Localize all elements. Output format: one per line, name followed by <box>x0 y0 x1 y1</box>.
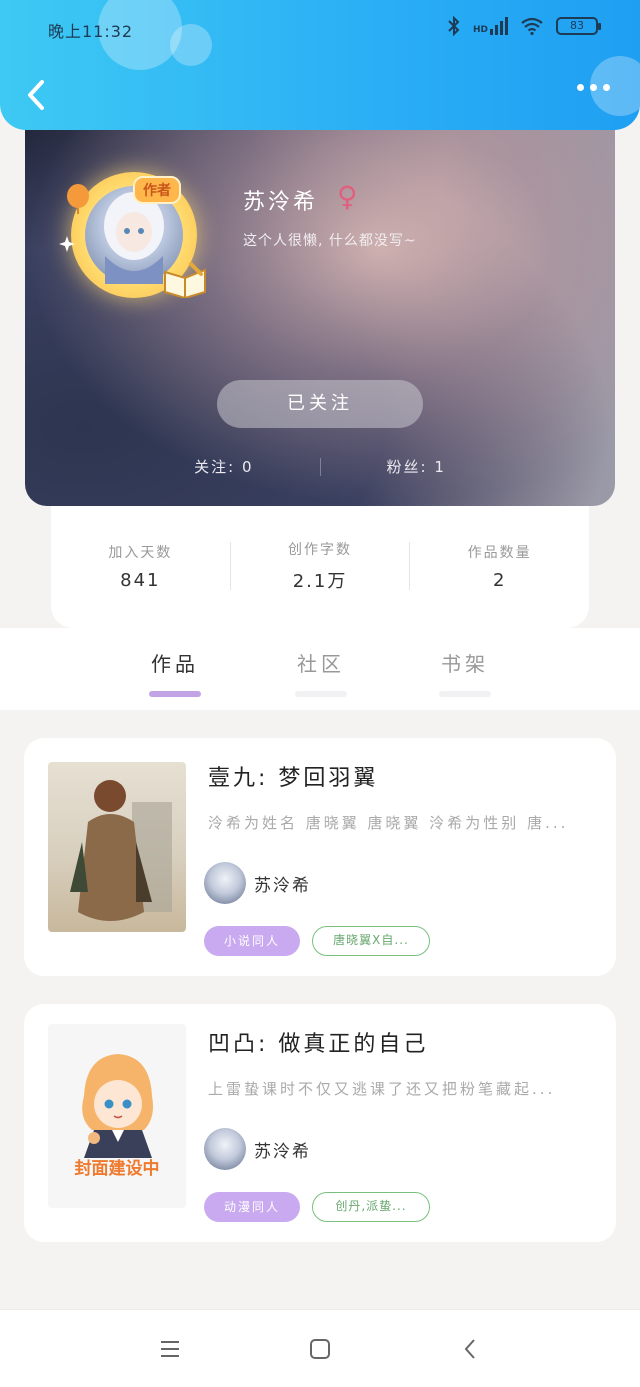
network-type: HD <box>472 25 488 35</box>
author-name: 苏泠希 <box>254 1141 311 1162</box>
work-author[interactable]: 苏泠希 <box>204 1128 311 1170</box>
status-icons: HD 83 <box>447 16 601 36</box>
stat-label: 创作字数 <box>288 542 352 558</box>
wifi-icon <box>521 17 543 35</box>
chevron-left-icon <box>28 80 44 110</box>
work-tags: 动漫同人 创丹,派蛰... <box>204 1192 430 1222</box>
following-stat[interactable]: 关注: 0 <box>194 456 253 477</box>
user-name: 苏泠希 <box>243 190 319 215</box>
author-name: 苏泠希 <box>254 875 311 896</box>
gender-female-icon: ♀ <box>337 180 358 213</box>
user-bio: 这个人很懒, 什么都没写~ <box>243 233 417 249</box>
system-nav-bar <box>0 1309 640 1387</box>
avatar <box>204 1128 246 1170</box>
bluetooth-icon <box>448 16 460 36</box>
status-time: 晚上11:32 <box>48 22 134 41</box>
stat-value: 2.1万 <box>292 571 348 592</box>
more-dot <box>603 84 610 91</box>
following-count: 0 <box>241 458 254 476</box>
tab-indicator <box>439 691 491 697</box>
work-title[interactable]: 壹九: 梦回羽翼 <box>208 760 378 792</box>
avatar <box>204 862 246 904</box>
work-description: 上雷蛰课时不仅又逃课了还又把粉笔藏起... <box>208 1080 556 1098</box>
sparkle-icon <box>59 236 75 252</box>
keyword-tag[interactable]: 创丹,派蛰... <box>312 1192 430 1222</box>
back-button[interactable] <box>22 78 52 112</box>
tab-indicator <box>295 691 347 697</box>
menu-button[interactable] <box>150 1329 190 1369</box>
menu-icon <box>161 1340 179 1357</box>
fans-label: 粉丝: <box>386 458 428 476</box>
more-button[interactable] <box>577 84 610 91</box>
cover-placeholder-text: 封面建设中 <box>74 1159 160 1179</box>
system-back-button[interactable] <box>450 1329 490 1369</box>
work-author[interactable]: 苏泠希 <box>204 862 311 904</box>
work-cover[interactable] <box>48 762 186 932</box>
author-badge: 作者 <box>133 176 181 204</box>
stat-value: 2 <box>492 569 507 591</box>
cover-art <box>70 780 172 921</box>
stat-label: 加入天数 <box>108 544 173 561</box>
keyword-tag[interactable]: 唐晓翼X自... <box>312 926 430 956</box>
follow-stats: 关注: 0 粉丝: 1 <box>25 456 615 477</box>
signal-icon: HD <box>473 17 508 35</box>
tab-works[interactable]: 作品 <box>140 648 210 697</box>
stat-works-count: 作品数量 2 <box>410 542 589 591</box>
author-avatar-frame[interactable]: 作者 <box>59 172 206 298</box>
tab-label: 书架 <box>441 652 489 676</box>
category-tag[interactable]: 动漫同人 <box>204 1192 300 1222</box>
fans-count: 1 <box>434 458 446 476</box>
stat-join-days: 加入天数 841 <box>51 542 230 591</box>
more-dot <box>590 84 597 91</box>
stat-word-count: 创作字数 2.1万 <box>231 539 410 593</box>
battery-icon: 83 <box>556 17 601 35</box>
tab-label: 作品 <box>151 652 199 676</box>
top-header: 晚上11:32 HD 83 <box>0 0 640 130</box>
book-icon <box>164 262 206 298</box>
profile-hero: 作者 苏泠希 ♀ 这个人很懒, 什么都没写~ 已关注 关注: 0 粉丝: 1 <box>25 110 615 506</box>
author-stats-card: 加入天数 841 创作字数 2.1万 作品数量 2 <box>51 496 589 628</box>
tab-indicator <box>149 691 201 697</box>
tab-label: 社区 <box>297 652 345 676</box>
following-label: 关注: <box>194 458 236 476</box>
battery-level: 83 <box>570 19 584 32</box>
category-tag[interactable]: 小说同人 <box>204 926 300 956</box>
work-description: 泠希为姓名 唐晓翼 唐晓翼 泠希为性别 唐... <box>208 814 569 832</box>
work-card[interactable]: 封面建设中 凹凸: 做真正的自己 上雷蛰课时不仅又逃课了还又把粉笔藏起... 苏… <box>24 1004 616 1242</box>
tab-community[interactable]: 社区 <box>286 648 356 697</box>
stat-value: 841 <box>120 569 161 591</box>
content-tabs: 作品 社区 书架 <box>0 628 640 710</box>
chevron-left-icon <box>464 1338 475 1359</box>
home-button[interactable] <box>300 1329 340 1369</box>
decor-bubble <box>170 24 212 66</box>
work-cover[interactable]: 封面建设中 <box>48 1024 186 1208</box>
tab-bookshelf[interactable]: 书架 <box>430 648 500 697</box>
balloon-icon <box>67 184 89 214</box>
work-tags: 小说同人 唐晓翼X自... <box>204 926 430 956</box>
work-card[interactable]: 壹九: 梦回羽翼 泠希为姓名 唐晓翼 唐晓翼 泠希为性别 唐... 苏泠希 小说… <box>24 738 616 976</box>
work-title[interactable]: 凹凸: 做真正的自己 <box>208 1026 428 1058</box>
stat-label: 作品数量 <box>467 544 532 561</box>
follow-button[interactable]: 已关注 <box>217 380 423 428</box>
fans-stat[interactable]: 粉丝: 1 <box>387 456 446 477</box>
divider <box>319 458 321 476</box>
home-square-icon <box>310 1338 330 1359</box>
more-dot <box>577 84 584 91</box>
